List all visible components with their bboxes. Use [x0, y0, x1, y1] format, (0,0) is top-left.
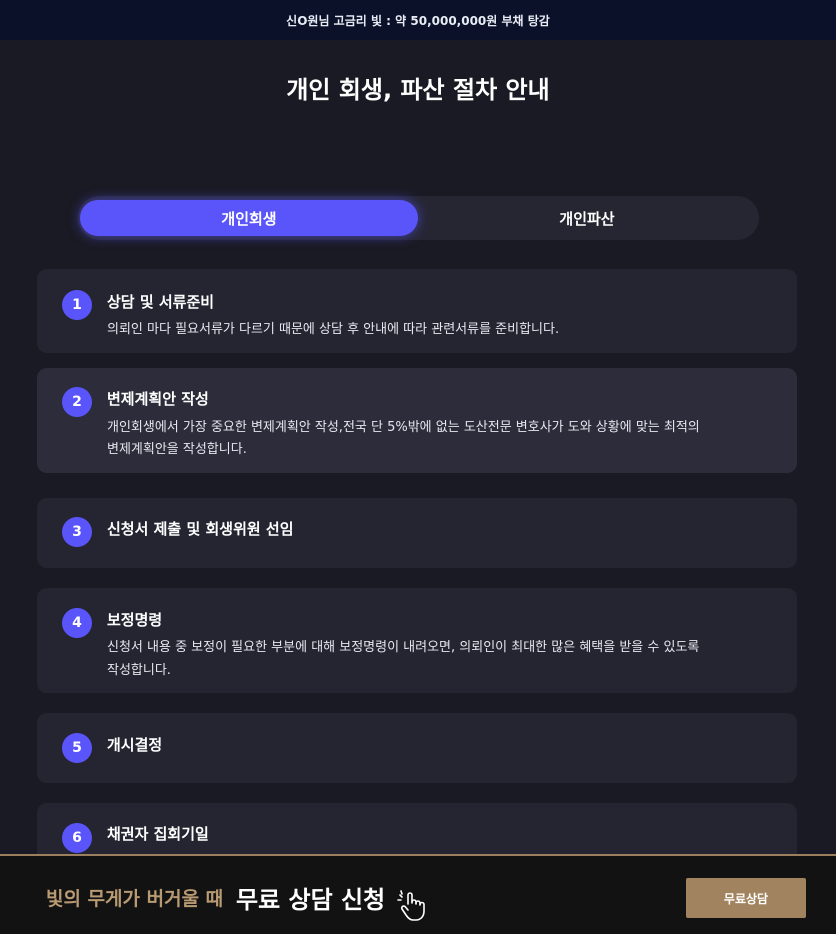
step-number-badge: 3: [62, 517, 92, 547]
pointing-hand-icon: [397, 890, 425, 921]
cta-headline: 무료 상담 신청: [236, 886, 386, 914]
procedure-tabs: 개인회생 개인파산: [78, 196, 759, 240]
step-title: 보정명령: [107, 611, 163, 629]
step-title: 신청서 제출 및 회생위원 선임: [107, 520, 294, 538]
step-card-1: 1 상담 및 서류준비 의뢰인 마다 필요서류가 다르기 때문에 상담 후 안내…: [37, 269, 797, 353]
step-number-badge: 4: [62, 608, 92, 638]
step-description-line-1: 신청서 내용 중 보정이 필요한 부분에 대해 보정명령이 내려오면, 의뢰인이…: [107, 640, 700, 655]
step-description: 의뢰인 마다 필요서류가 다르기 때문에 상담 후 안내에 따라 관련서류를 준…: [107, 322, 560, 337]
step-number-badge: 2: [62, 387, 92, 417]
step-card-4: 4 보정명령 신청서 내용 중 보정이 필요한 부분에 대해 보정명령이 내려오…: [37, 588, 797, 693]
step-number-badge: 5: [62, 733, 92, 763]
step-description-line-1: 개인회생에서 가장 중요한 변제계획안 작성,전국 단 5%밖에 없는 도산전문…: [107, 420, 700, 435]
notice-text: 신O원님 고금리 빛 : 약 50,000,000원 부채 탕감: [286, 13, 550, 28]
top-notice-bar: 신O원님 고금리 빛 : 약 50,000,000원 부채 탕감: [0, 0, 836, 40]
step-description-line-2: 작성합니다.: [107, 663, 171, 678]
page-title: 개인 회생, 파산 절차 안내: [286, 76, 550, 104]
step-title: 상담 및 서류준비: [107, 293, 215, 311]
step-card-2: 2 변제계획안 작성 개인회생에서 가장 중요한 변제계획안 작성,전국 단 5…: [37, 368, 797, 473]
step-number-badge: 6: [62, 823, 92, 853]
tab-personal-rehabilitation[interactable]: 개인회생: [80, 200, 418, 236]
step-card-3: 3 신청서 제출 및 회생위원 선임: [37, 498, 797, 568]
cta-subtitle: 빛의 무게가 버거울 때: [46, 888, 224, 910]
tab-personal-bankruptcy[interactable]: 개인파산: [418, 200, 756, 236]
consultation-cta-bar: 빛의 무게가 버거울 때 무료 상담 신청 무료상담: [0, 854, 836, 934]
step-title: 변제계획안 작성: [107, 390, 209, 408]
step-title: 개시결정: [107, 736, 163, 754]
step-card-5: 5 개시결정: [37, 713, 797, 783]
step-description-line-2: 변제계획안을 작성합니다.: [107, 442, 247, 457]
step-number-badge: 1: [62, 290, 92, 320]
step-title: 채권자 집회기일: [107, 825, 209, 843]
free-consultation-button[interactable]: 무료상담: [686, 878, 806, 918]
